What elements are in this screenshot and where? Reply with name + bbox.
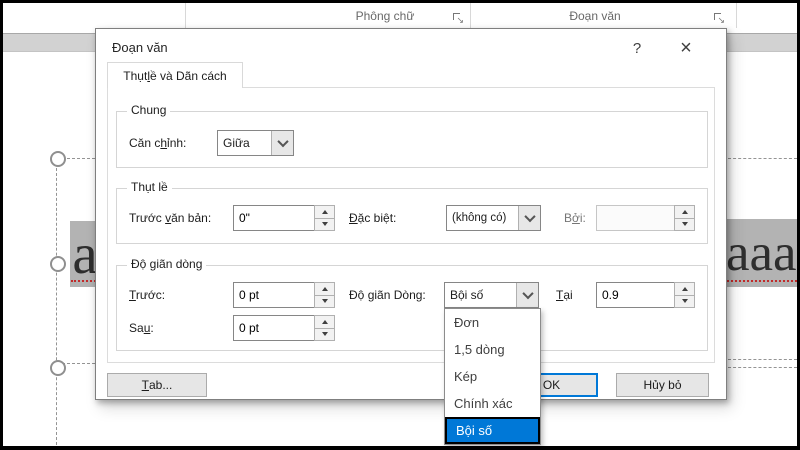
cancel-button[interactable]: Hủy bỏ [616,373,709,397]
resize-handle-middle-left[interactable] [50,256,66,272]
by-spinner [674,205,695,231]
dropdown-option[interactable]: 1,5 dòng [445,336,540,363]
group-indentation-label: Thụt lề [127,180,172,194]
spacing-before-input[interactable] [233,282,315,308]
dropdown-option[interactable]: Kép [445,363,540,390]
spin-up-icon[interactable] [674,205,695,219]
group-general: Chung [116,111,708,168]
close-icon[interactable]: × [673,35,699,61]
alignment-label: Căn chỉnh: [129,130,186,156]
dropdown-option[interactable]: Đơn [445,309,540,336]
spacing-after-label: Sau: [129,315,154,341]
line-spacing-value: Bội số [445,283,516,307]
chevron-down-icon[interactable] [271,131,293,155]
line-spacing-select[interactable]: Bội số [444,282,539,308]
spacing-after-spinner [314,315,335,341]
ribbon-group-divider [736,3,737,28]
chevron-down-icon[interactable] [518,206,540,230]
before-text-label: Trước văn bản: [129,205,211,231]
by-label: Bởi: [564,205,586,231]
at-label: Tại [556,282,573,308]
paragraph-group-label: Đoạn văn [540,9,650,23]
placeholder-border-top-right [728,158,797,159]
spin-up-icon[interactable] [314,205,335,219]
spin-up-icon[interactable] [674,282,695,296]
spin-down-icon[interactable] [314,328,335,342]
placeholder-selection-line [728,367,797,368]
resize-handle-bottom-left[interactable] [50,360,66,376]
at-spinner [674,282,695,308]
at-field [596,282,695,308]
line-spacing-label: Độ giãn Dòng: [349,282,426,308]
by-field [596,205,695,231]
tabs-button[interactable]: Tab... [107,373,207,397]
help-icon[interactable]: ? [624,35,650,61]
spin-down-icon[interactable] [314,295,335,309]
alignment-select[interactable]: Giữa [217,130,294,156]
before-text-field [233,205,335,231]
group-general-label: Chung [127,103,170,117]
before-text-spinner [314,205,335,231]
resize-handle-top-left[interactable] [50,151,66,167]
spin-down-icon[interactable] [314,218,335,232]
special-value: (không có) [447,206,518,230]
by-input [596,205,675,231]
font-dialog-launcher-icon[interactable] [452,12,463,23]
alignment-value: Giữa [218,131,271,155]
spin-down-icon[interactable] [674,218,695,232]
spin-up-icon[interactable] [314,282,335,296]
spin-down-icon[interactable] [674,295,695,309]
paragraph-dialog: Đoạn văn ? × Thụt lề và Dãn cách Chung C… [95,28,727,400]
dialog-title: Đoạn văn [112,40,168,55]
spacing-after-input[interactable] [233,315,315,341]
at-input[interactable] [596,282,675,308]
tab-indents-and-spacing[interactable]: Thụt lề và Dãn cách [107,62,243,88]
placeholder-border-bottom-right [728,359,797,360]
spacing-before-label: Trước: [129,282,165,308]
group-spacing-label: Độ giãn dòng [127,257,206,271]
special-label: Đặc biệt: [349,205,396,231]
group-spacing: Độ giãn dòng [116,265,708,351]
spellcheck-squiggle [727,280,797,282]
special-select[interactable]: (không có) [446,205,541,231]
app-window: Phông chữ Đoạn văn a aaaa Đoạn văn ? × T… [0,0,800,450]
dropdown-option[interactable]: Chính xác [445,390,540,417]
dropdown-option[interactable]: Bội số [445,417,540,444]
placeholder-border-left [56,158,57,445]
spacing-before-field [233,282,335,308]
spacing-before-spinner [314,282,335,308]
before-text-input[interactable] [233,205,315,231]
paragraph-dialog-launcher-icon[interactable] [713,12,724,23]
spacing-after-field [233,315,335,341]
line-spacing-dropdown: Đơn1,5 dòngKépChính xácBội số [444,308,541,445]
selected-slide-text[interactable]: aaaa [726,219,797,287]
chevron-down-icon[interactable] [516,283,538,307]
spin-up-icon[interactable] [314,315,335,329]
font-group-label: Phông chữ [330,9,440,23]
